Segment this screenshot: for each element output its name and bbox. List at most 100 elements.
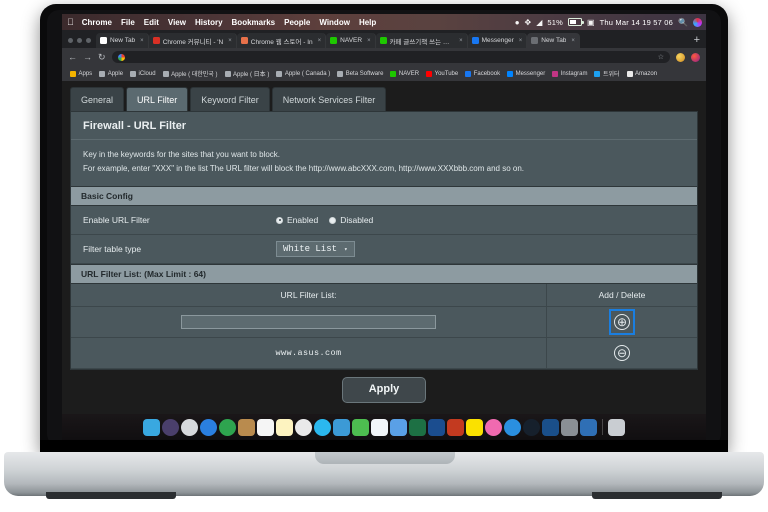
tab-general[interactable]: General [70, 87, 125, 111]
browser-tab[interactable]: Chrome 웹 스토어 - In × [236, 33, 327, 48]
steam-icon[interactable] [523, 418, 540, 436]
tab-url-filter[interactable]: URL Filter [126, 87, 189, 111]
bookmark-item[interactable]: iCloud [127, 70, 159, 77]
url-filter-input[interactable] [181, 315, 436, 329]
radio-disabled-dot[interactable] [329, 216, 337, 224]
menubar-item-edit[interactable]: Edit [144, 18, 159, 27]
bookmark-item[interactable]: Beta Software [334, 70, 386, 77]
finder-icon[interactable] [143, 418, 160, 436]
menubar-item-people[interactable]: People [284, 18, 310, 27]
itunes-icon[interactable] [485, 418, 502, 436]
menubar-clock[interactable]: Thu Mar 14 19 57 06 [600, 18, 673, 27]
browser-tab[interactable]: Chrome 커뮤니티 - 'N × [148, 33, 237, 48]
maximize-window-button[interactable] [86, 38, 91, 43]
safari-icon[interactable] [200, 418, 217, 436]
app-store-icon[interactable] [504, 418, 521, 436]
contacts-icon[interactable] [238, 418, 255, 436]
bookmark-item[interactable]: 트위터 [591, 69, 622, 78]
window-traffic-lights[interactable] [66, 38, 96, 48]
chrome-icon[interactable] [219, 418, 236, 436]
spotlight-search-icon[interactable]: 🔍 [678, 18, 688, 27]
bookmark-item[interactable]: YouTube [423, 70, 461, 77]
bluetooth-icon[interactable]: ✥ [525, 18, 532, 27]
bookmark-item[interactable]: Apps [67, 70, 95, 77]
trash-icon[interactable] [608, 418, 625, 436]
close-window-button[interactable] [68, 38, 73, 43]
launchpad-icon[interactable] [181, 418, 198, 436]
radio-disabled[interactable]: Disabled [329, 215, 373, 225]
tab-close-icon[interactable]: × [459, 38, 463, 44]
tab-close-icon[interactable]: × [228, 38, 232, 44]
input-source-icon[interactable]: ▣ [587, 18, 595, 27]
blender-icon[interactable] [542, 418, 559, 436]
browser-tab[interactable]: New Tab × [527, 33, 580, 48]
apply-button[interactable]: Apply [341, 377, 427, 403]
browser-tab[interactable]: 카페 글쓰기책 쓰는 사람 × [375, 33, 468, 48]
extension-icon[interactable] [691, 52, 700, 62]
bookmark-item[interactable]: NAVER [387, 70, 422, 77]
browser-tab[interactable]: Messenger × [467, 33, 528, 48]
back-icon[interactable]: ← [68, 52, 77, 62]
bookmark-item[interactable]: Amazon [624, 70, 661, 77]
tab-network-services-filter[interactable]: Network Services Filter [271, 87, 387, 111]
menubar-item-history[interactable]: History [195, 18, 223, 27]
menubar-item-help[interactable]: Help [359, 18, 376, 27]
bookmark-item[interactable]: Apple ( Canada ) [273, 70, 333, 77]
bookmark-favicon-icon [130, 70, 137, 77]
new-tab-button[interactable]: + [688, 35, 706, 48]
system-preferences-icon[interactable] [561, 418, 578, 436]
reload-icon[interactable]: ↻ [98, 52, 106, 62]
battery-icon[interactable] [568, 18, 584, 26]
excel-icon[interactable] [409, 418, 426, 436]
radio-enabled-dot[interactable] [276, 216, 283, 224]
pages-icon[interactable] [371, 418, 388, 436]
menubar-item-view[interactable]: View [168, 18, 186, 27]
siri-icon[interactable] [162, 418, 179, 436]
add-circle-icon[interactable]: ⊕ [614, 314, 630, 330]
bookmark-item[interactable]: Apple [96, 70, 126, 77]
profile-avatar[interactable] [676, 52, 685, 62]
browser-tab[interactable]: NAVER × [326, 33, 376, 48]
photos-icon[interactable] [295, 418, 312, 436]
remote-desktop-icon[interactable] [580, 418, 597, 436]
bookmark-item[interactable]: Instagram [549, 70, 590, 77]
forward-icon[interactable]: → [83, 52, 92, 62]
bookmark-label: Instagram [560, 70, 588, 77]
address-bar[interactable]: ☆ [111, 51, 670, 63]
siri-icon[interactable] [693, 17, 702, 27]
kakaotalk-icon[interactable] [466, 418, 483, 436]
tab-close-icon[interactable]: × [140, 38, 144, 44]
powerpoint-icon[interactable] [447, 418, 464, 436]
tab-close-icon[interactable]: × [571, 38, 575, 44]
tab-keyword-filter[interactable]: Keyword Filter [190, 87, 270, 111]
bookmark-star-icon[interactable]: ☆ [658, 53, 664, 61]
bookmark-item[interactable]: Apple ( 대한민국 ) [160, 69, 221, 78]
filter-table-type-select[interactable]: White List ▾ [276, 241, 355, 257]
filter-table-type-label: Filter table type [83, 244, 142, 254]
menubar-item-bookmarks[interactable]: Bookmarks [232, 18, 276, 27]
calendar-icon[interactable] [257, 418, 274, 436]
wifi-icon[interactable]: ◢ [536, 18, 542, 27]
messages-icon[interactable] [314, 418, 331, 436]
bookmark-item[interactable]: Facebook [462, 70, 503, 77]
tab-close-icon[interactable]: × [318, 38, 322, 44]
menubar-item-window[interactable]: Window [319, 18, 350, 27]
browser-tab[interactable]: New Tab × [96, 33, 149, 48]
menubar-item-chrome[interactable]: Chrome [82, 18, 112, 27]
apple-icon[interactable]:  [67, 17, 74, 27]
tab-close-icon[interactable]: × [519, 38, 523, 44]
tab-close-icon[interactable]: × [367, 38, 371, 44]
radio-enabled[interactable]: Enabled [276, 215, 318, 225]
menubar-item-file[interactable]: File [121, 18, 135, 27]
notes-icon[interactable] [276, 418, 293, 436]
bookmark-item[interactable]: Apple ( 日本 ) [222, 69, 273, 78]
keynote-icon[interactable] [333, 418, 350, 436]
numbers-icon[interactable] [352, 418, 369, 436]
bookmark-favicon-icon [390, 70, 397, 77]
bookmark-item[interactable]: Messenger [504, 70, 548, 77]
preview-icon[interactable] [390, 418, 407, 436]
minimize-window-button[interactable] [77, 38, 82, 43]
delete-circle-icon[interactable]: ⊖ [614, 345, 630, 361]
dropbox-icon[interactable]: ● [515, 18, 520, 27]
word-icon[interactable] [428, 418, 445, 436]
